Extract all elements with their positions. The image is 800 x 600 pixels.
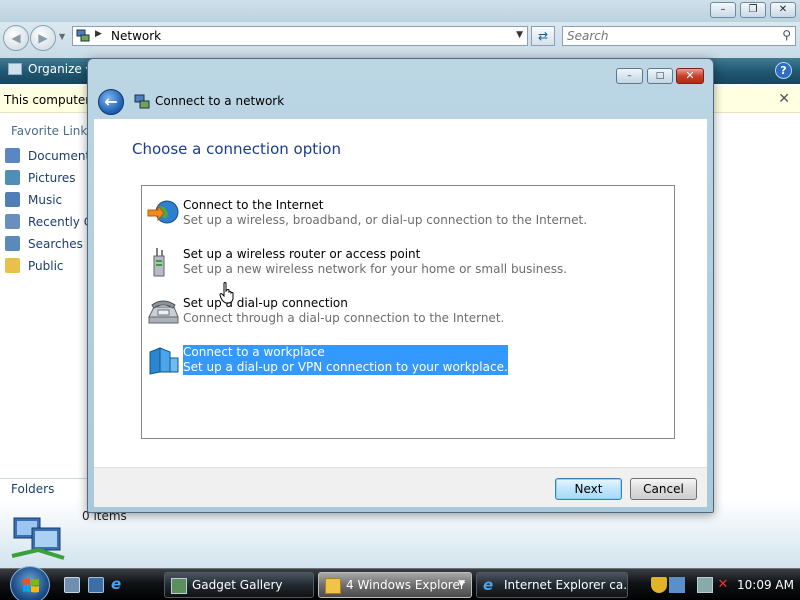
volume-muted-icon[interactable]: ✕ [715, 577, 731, 593]
music-icon [5, 192, 20, 207]
network-computers-icon [11, 517, 65, 560]
next-button[interactable]: Next [555, 478, 622, 500]
fav-link-public[interactable]: Public [5, 258, 64, 276]
organize-icon [8, 63, 22, 75]
breadcrumb-arrow-icon[interactable]: ▶ [95, 29, 102, 39]
workplace-vpn-icon [149, 347, 179, 375]
dialog-close-button[interactable]: ✕ [676, 68, 704, 84]
internet-explorer-quicklaunch-icon[interactable]: e [111, 577, 127, 593]
address-dropdown-icon[interactable]: ▼ [516, 30, 523, 40]
network-status-icon[interactable] [697, 577, 713, 593]
address-text: Network [111, 29, 162, 43]
option-description: Set up a wireless, broadband, or dial-up… [183, 213, 588, 227]
option-description: Set up a dial-up or VPN connection to yo… [183, 360, 508, 374]
fav-link-label: Recently C [28, 215, 93, 229]
connection-options-list[interactable]: Connect to the Internet Set up a wireles… [141, 185, 675, 439]
network-connect-icon [134, 94, 150, 109]
dial-up-phone-icon [148, 300, 179, 324]
cancel-button[interactable]: Cancel [630, 478, 697, 500]
favorite-links-title: Favorite Links [11, 124, 94, 138]
organize-label: Organize [28, 62, 82, 76]
task-windows-explorer[interactable]: 4 Windows Explorer ▼ [318, 572, 472, 598]
fav-link-recently-changed[interactable]: Recently C [5, 214, 92, 232]
show-desktop-icon[interactable] [64, 577, 80, 593]
refresh-button[interactable]: ⇄ [531, 26, 555, 46]
recent-pages-dropdown-icon[interactable]: ▼ [59, 32, 65, 41]
windows-update-icon[interactable] [669, 577, 685, 593]
fav-link-label: Pictures [28, 171, 76, 185]
searches-icon [5, 236, 20, 251]
task-label: Gadget Gallery [192, 578, 283, 592]
security-shield-icon[interactable] [651, 577, 667, 593]
folders-toggle[interactable]: Folders [0, 478, 94, 498]
option-wireless-router[interactable]: Set up a wireless router or access point… [146, 246, 646, 280]
start-button[interactable] [10, 566, 50, 600]
search-icon[interactable]: ⚲ [782, 28, 791, 42]
documents-icon [5, 148, 20, 163]
task-group-dropdown-icon[interactable]: ▼ [458, 579, 465, 589]
fav-link-label: Music [28, 193, 63, 207]
hand-cursor-icon [219, 282, 234, 304]
option-connect-internet[interactable]: Connect to the Internet Set up a wireles… [146, 197, 646, 231]
infobar-close-icon[interactable]: ✕ [778, 91, 790, 107]
option-title: Set up a wireless router or access point [183, 247, 421, 261]
dialog-back-button[interactable]: ← [98, 89, 124, 115]
maximize-button[interactable]: ❐ [740, 2, 766, 18]
notification-area: ✕ 10:09 AM [645, 572, 797, 598]
option-connect-workplace[interactable]: Connect to a workplace Set up a dial-up … [146, 344, 646, 378]
folders-label: Folders [11, 482, 55, 496]
fav-link-label: Public [28, 259, 64, 273]
fav-link-music[interactable]: Music [5, 192, 62, 210]
main-instruction: Choose a connection option [132, 140, 341, 158]
fav-link-pictures[interactable]: Pictures [5, 170, 76, 188]
help-icon[interactable]: ? [775, 62, 792, 79]
organize-button[interactable]: Organize ▾ [8, 62, 92, 76]
fav-link-label: Document [28, 149, 91, 163]
wireless-router-icon [153, 248, 165, 277]
minimize-button[interactable]: – [710, 2, 736, 18]
switch-windows-icon[interactable] [88, 577, 104, 593]
option-title: Connect to the Internet [183, 198, 324, 212]
dialog-title: Connect to a network [155, 94, 285, 108]
forward-button[interactable]: ▶ [30, 25, 56, 51]
internet-explorer-icon: e [483, 576, 494, 594]
option-description: Set up a new wireless network for your h… [183, 262, 568, 276]
navigation-pane: Favorite Links Document Pictures Music R… [0, 114, 94, 514]
infobar-text: This computer i [4, 93, 98, 107]
task-label: Internet Explorer ca... [504, 578, 628, 592]
dialog-maximize-button[interactable]: □ [647, 68, 673, 84]
option-description: Connect through a dial-up connection to … [183, 311, 505, 325]
folder-icon [325, 578, 341, 594]
taskbar: e Gadget Gallery 4 Windows Explorer ▼ e … [0, 566, 800, 600]
dialog-minimize-button[interactable]: – [616, 68, 643, 84]
recently-changed-icon [5, 214, 20, 229]
task-label: 4 Windows Explorer [346, 578, 465, 592]
search-input[interactable] [563, 27, 763, 45]
internet-globe-icon [147, 200, 179, 224]
clock[interactable]: 10:09 AM [737, 578, 794, 592]
connect-to-network-dialog: – □ ✕ ← Connect to a network Choose a co… [87, 58, 714, 513]
address-bar[interactable]: ▶ Network ▼ [72, 26, 528, 46]
pictures-icon [5, 170, 20, 185]
search-box: ⚲ [562, 26, 796, 46]
fav-link-label: Searches [28, 237, 83, 251]
task-gadget-gallery[interactable]: Gadget Gallery [164, 572, 314, 598]
fav-link-searches[interactable]: Searches [5, 236, 83, 254]
public-folder-icon [5, 258, 20, 273]
dialog-body: Choose a connection option Connect to th… [94, 119, 707, 467]
back-button[interactable]: ◀ [3, 25, 29, 51]
dialog-header: ← Connect to a network [94, 89, 707, 119]
dialog-footer: Next Cancel [94, 467, 707, 507]
gadget-gallery-icon [171, 578, 187, 594]
fav-link-documents[interactable]: Document [5, 148, 90, 166]
explorer-titlebar [0, 0, 800, 22]
network-icon [76, 29, 90, 42]
close-button[interactable]: ✕ [770, 2, 796, 18]
windows-logo-icon [23, 578, 39, 593]
option-title: Connect to a workplace [183, 345, 325, 359]
task-internet-explorer[interactable]: e Internet Explorer ca... [476, 572, 628, 598]
